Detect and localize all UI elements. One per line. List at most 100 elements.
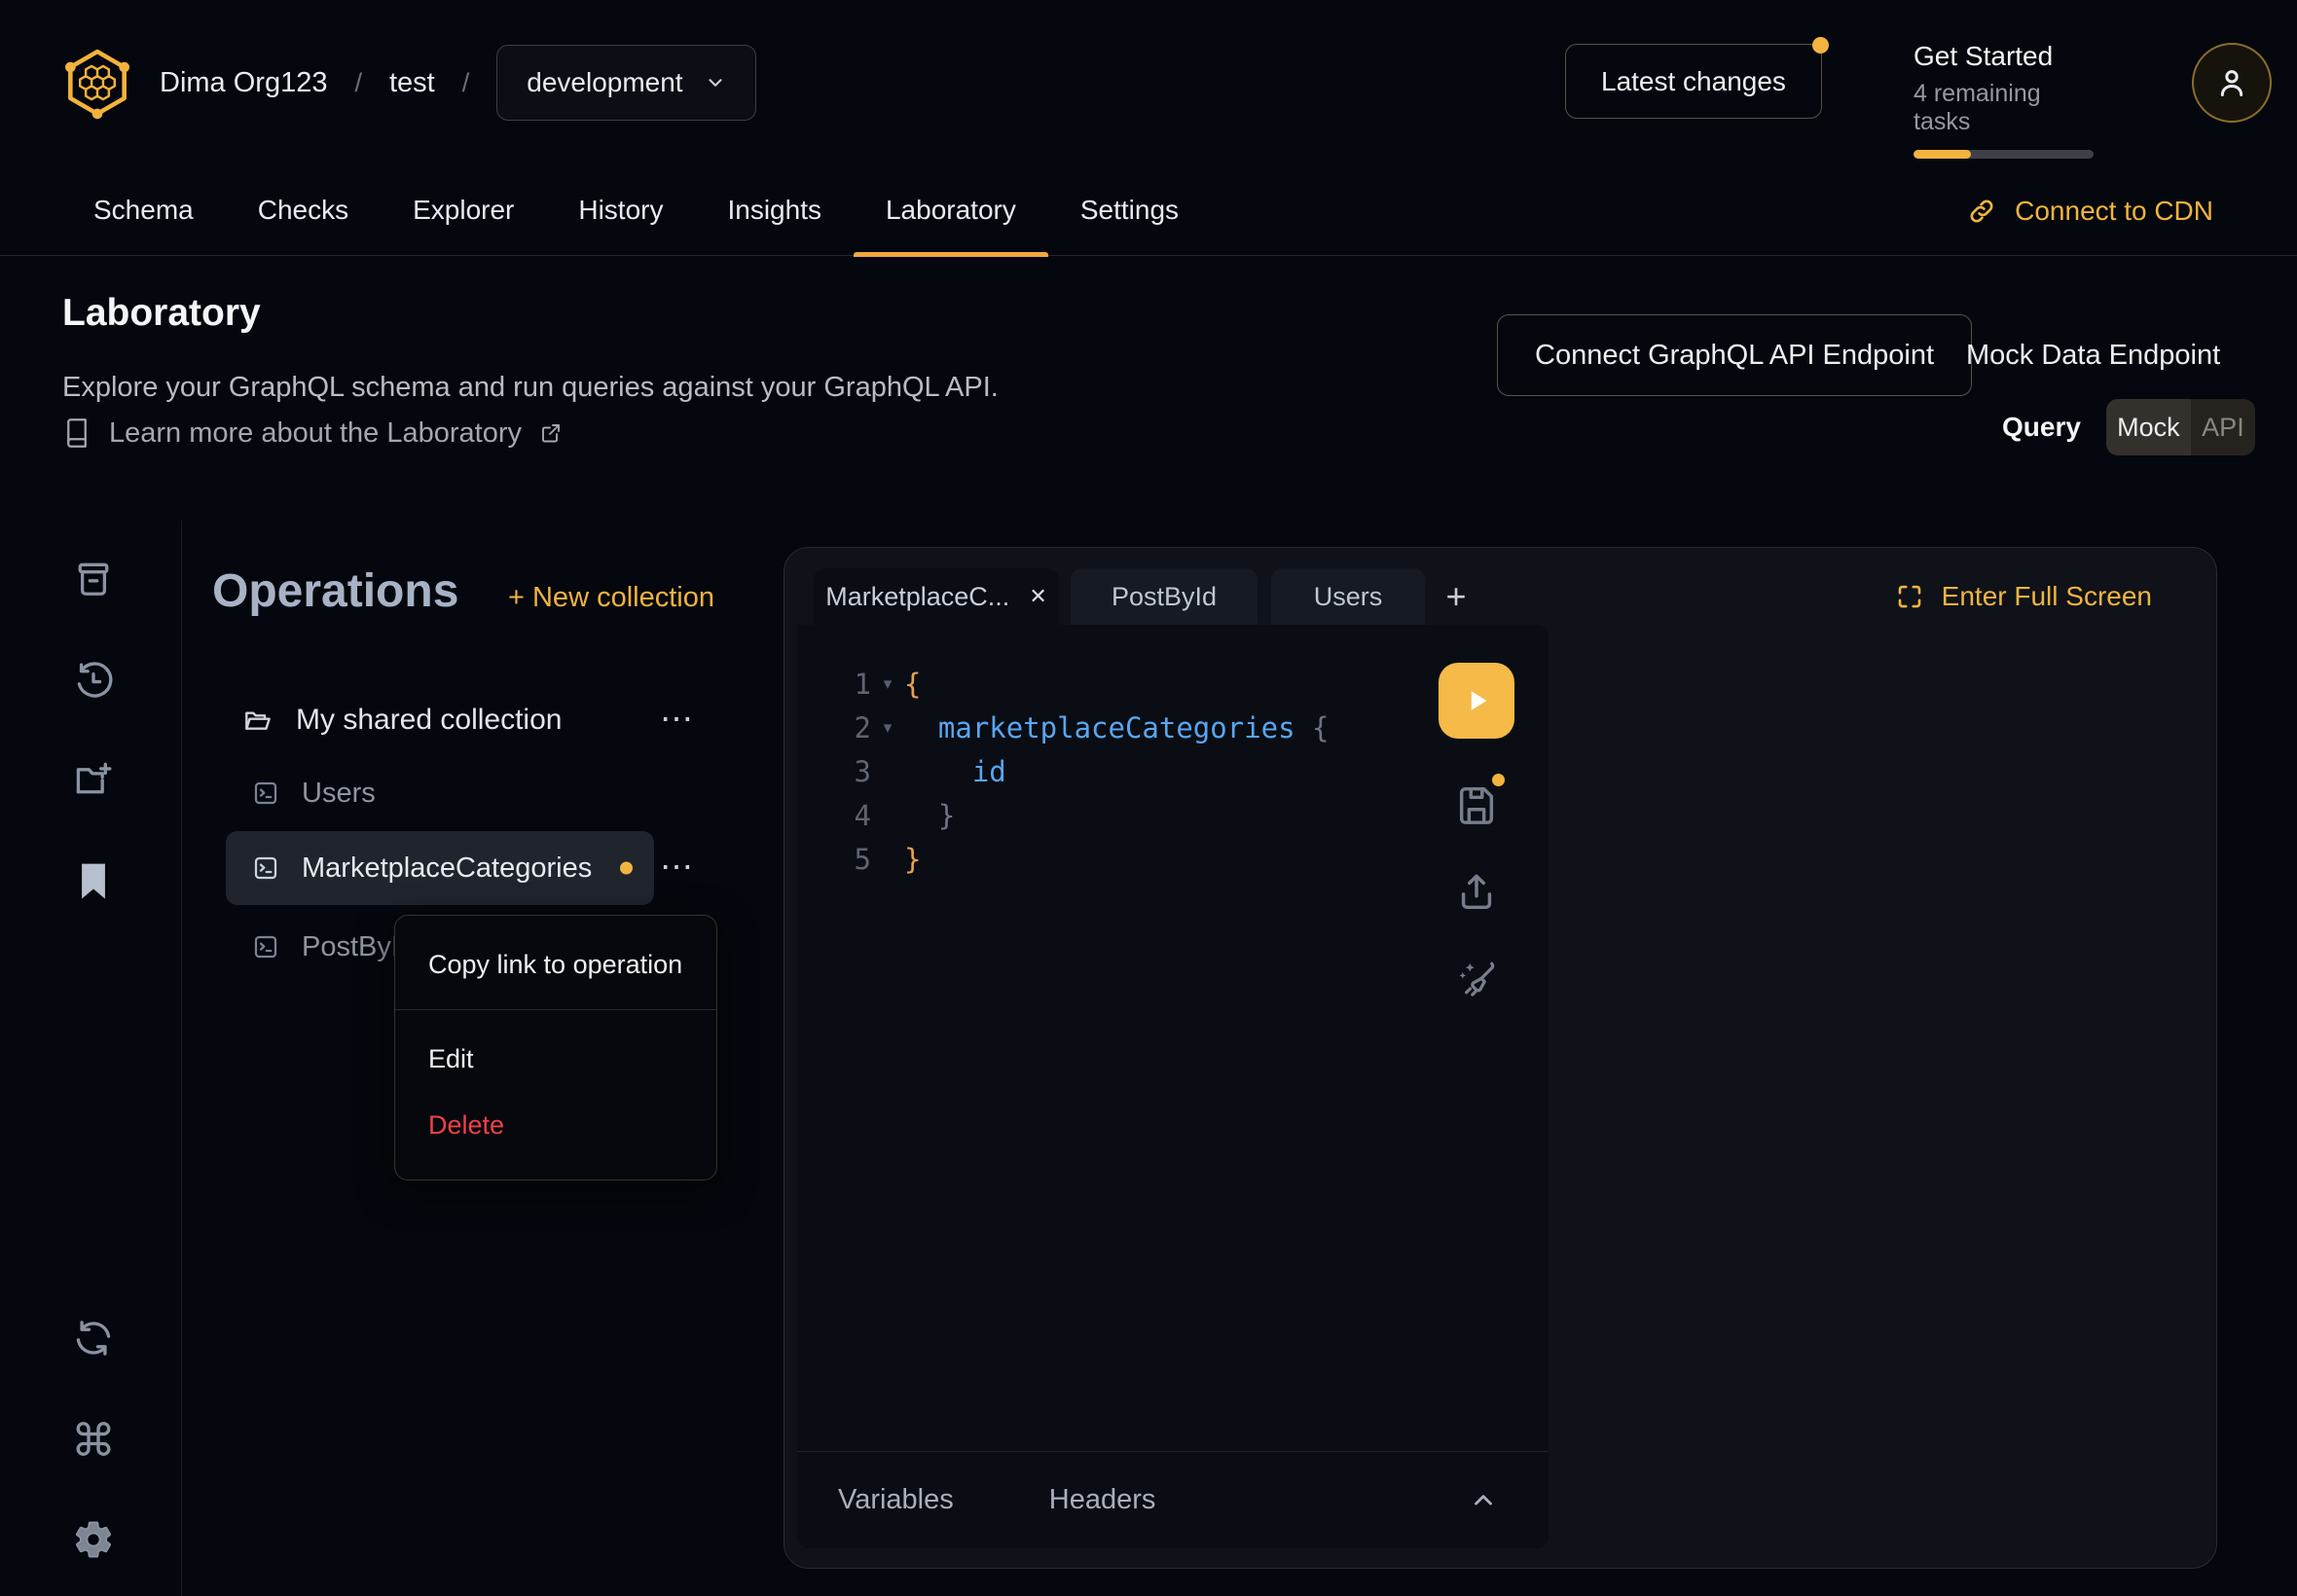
tab-history[interactable]: History <box>546 165 695 256</box>
command-icon: ⌘ <box>71 1418 116 1463</box>
person-icon <box>2212 63 2251 102</box>
menu-item-copy-link[interactable]: Copy link to operation <box>395 933 716 996</box>
fullscreen-icon <box>1895 582 1924 611</box>
operation-icon <box>251 932 280 961</box>
operation-editor: 1 ▾ { 2 ▾ marketplaceCategories { 3 id <box>797 625 1549 1548</box>
enter-fullscreen-label: Enter Full Screen <box>1942 581 2152 612</box>
mock-data-endpoint-button[interactable]: Mock Data Endpoint <box>1966 314 2220 396</box>
tab-settings[interactable]: Settings <box>1048 165 1211 256</box>
connect-graphql-endpoint-button[interactable]: Connect GraphQL API Endpoint <box>1497 314 1972 396</box>
documentation-button[interactable] <box>70 556 117 602</box>
add-collection-button[interactable] <box>70 755 117 802</box>
learn-more-link[interactable]: Learn more about the Laboratory <box>62 417 563 450</box>
connect-to-cdn-label: Connect to CDN <box>2015 196 2213 227</box>
menu-item-edit[interactable]: Edit <box>395 1026 716 1092</box>
code-token: { <box>904 668 921 701</box>
bookmark-icon <box>72 859 115 902</box>
saved-operations-button[interactable] <box>70 857 117 904</box>
operation-menu-button[interactable]: ⋯ <box>660 851 696 884</box>
book-icon <box>62 417 91 450</box>
run-query-button[interactable] <box>1439 663 1514 739</box>
latest-changes-button[interactable]: Latest changes <box>1565 44 1822 119</box>
operations-title: Operations <box>212 564 458 618</box>
share-icon <box>1454 869 1499 914</box>
history-icon <box>72 660 115 703</box>
collection-row[interactable]: My shared collection <box>226 693 654 747</box>
menu-item-delete[interactable]: Delete <box>395 1092 716 1158</box>
collapse-footer-button[interactable] <box>1469 1486 1498 1515</box>
chevron-down-icon <box>705 72 726 93</box>
sync-schema-button[interactable] <box>70 1315 117 1361</box>
archive-icon <box>72 558 115 600</box>
editor-tab-postbyid[interactable]: PostById <box>1071 568 1258 625</box>
line-number: 3 <box>836 755 871 788</box>
play-icon <box>1459 683 1494 718</box>
menu-divider <box>395 1009 716 1010</box>
chevron-up-icon <box>1469 1486 1498 1515</box>
new-collection-link[interactable]: + New collection <box>508 582 714 614</box>
connect-to-cdn-link[interactable]: Connect to CDN <box>1966 165 2213 256</box>
sidebar-rail: ⌘ <box>0 521 181 1596</box>
variables-tab[interactable]: Variables <box>838 1484 954 1516</box>
enter-fullscreen-button[interactable]: Enter Full Screen <box>1895 581 2152 612</box>
code-token: } <box>904 843 921 876</box>
variant-selector[interactable]: development <box>496 45 755 121</box>
tab-explorer[interactable]: Explorer <box>381 165 546 256</box>
editor-tab-marketplacecategories[interactable]: MarketplaceC... ✕ <box>814 568 1059 625</box>
line-number: 5 <box>836 843 871 876</box>
get-started-widget[interactable]: Get Started 4 remaining tasks <box>1914 41 2098 159</box>
tab-laboratory[interactable]: Laboratory <box>854 165 1048 256</box>
primary-nav: Schema Checks Explorer History Insights … <box>0 165 2297 256</box>
line-number: 1 <box>836 668 871 701</box>
share-operation-button[interactable] <box>1454 869 1499 914</box>
keyboard-shortcuts-button[interactable]: ⌘ <box>70 1417 117 1464</box>
query-mode-api[interactable]: API <box>2191 399 2255 455</box>
settings-button[interactable] <box>70 1516 117 1563</box>
tab-insights[interactable]: Insights <box>695 165 854 256</box>
query-mode-toggle: Mock API <box>2106 399 2255 455</box>
editor-tab-users[interactable]: Users <box>1271 568 1425 625</box>
breadcrumb-org[interactable]: Dima Org123 <box>160 67 327 99</box>
folder-open-icon <box>241 705 273 736</box>
fold-arrow-icon[interactable]: ▾ <box>871 718 904 738</box>
headers-tab[interactable]: Headers <box>1049 1484 1156 1516</box>
operation-item-marketplacecategories[interactable]: MarketplaceCategories <box>226 831 654 905</box>
breadcrumb: Dima Org123 / test / development <box>160 45 756 121</box>
learn-more-label: Learn more about the Laboratory <box>109 417 522 450</box>
save-operation-button[interactable] <box>1454 781 1499 826</box>
tab-checks[interactable]: Checks <box>226 165 381 256</box>
unsaved-changes-dot <box>620 862 633 875</box>
operation-icon <box>251 853 280 883</box>
tab-schema[interactable]: Schema <box>61 165 226 256</box>
operation-label: MarketplaceCategories <box>302 852 592 885</box>
query-mode-mock[interactable]: Mock <box>2106 399 2191 455</box>
operation-context-menu: Copy link to operation Edit Delete <box>394 915 717 1180</box>
editor-tab-label: Users <box>1314 582 1383 612</box>
code-editor[interactable]: 1 ▾ { 2 ▾ marketplaceCategories { 3 id <box>797 625 1549 1451</box>
add-tab-button[interactable]: + <box>1425 576 1487 617</box>
close-icon[interactable]: ✕ <box>1029 584 1046 609</box>
code-token: { <box>1312 711 1329 744</box>
editor-footer: Variables Headers <box>797 1451 1549 1548</box>
graphos-logo-icon[interactable] <box>60 46 134 120</box>
notification-dot <box>1812 37 1829 54</box>
sync-icon <box>72 1317 115 1360</box>
breadcrumb-graph[interactable]: test <box>389 67 435 99</box>
collection-menu-button[interactable]: ⋯ <box>660 703 696 736</box>
operation-item-users[interactable]: Users <box>226 765 654 821</box>
latest-changes-label: Latest changes <box>1601 66 1786 97</box>
progress-bar-fill <box>1914 150 1971 159</box>
line-number: 4 <box>836 799 871 832</box>
save-icon <box>1454 781 1499 826</box>
format-code-button[interactable] <box>1454 957 1499 1001</box>
code-token: } <box>904 799 955 832</box>
collection-name: My shared collection <box>296 704 562 737</box>
page-title: Laboratory <box>62 292 261 335</box>
response-pane <box>1549 625 2204 1545</box>
broom-sparkles-icon <box>1454 957 1499 1001</box>
editor-tab-label: PostById <box>1112 582 1217 612</box>
fold-arrow-icon[interactable]: ▾ <box>871 674 904 694</box>
history-button[interactable] <box>70 658 117 705</box>
page-description: Explore your GraphQL schema and run quer… <box>62 372 999 404</box>
user-avatar[interactable] <box>2192 43 2272 123</box>
